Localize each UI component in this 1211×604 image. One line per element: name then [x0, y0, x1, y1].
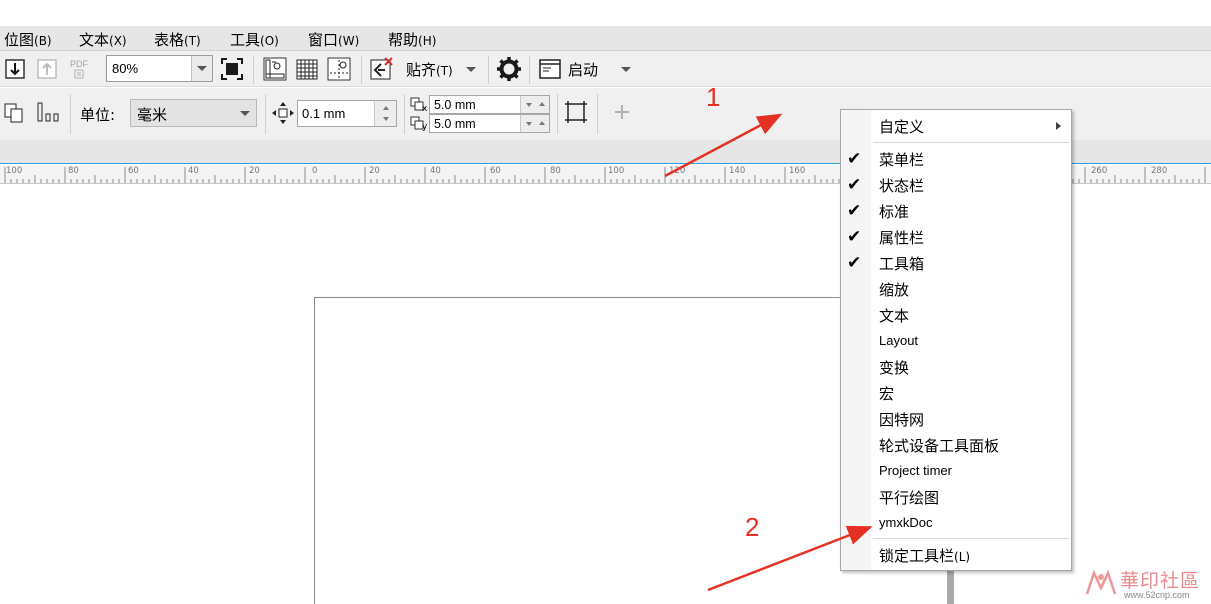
watermark-text: 華印社區	[1120, 570, 1201, 592]
annotation-arrow-1	[664, 113, 783, 178]
annotation-marker-2: 2	[745, 512, 760, 542]
watermark-logo-icon	[1085, 569, 1117, 595]
watermark-url: www.52cnp.com	[1124, 590, 1190, 600]
annotation-arrow-2	[707, 525, 873, 592]
watermark: 華印社區 www.52cnp.com	[1084, 566, 1210, 604]
annotation-marker-1: 1	[706, 82, 721, 112]
annotation-arrows	[664, 113, 873, 592]
